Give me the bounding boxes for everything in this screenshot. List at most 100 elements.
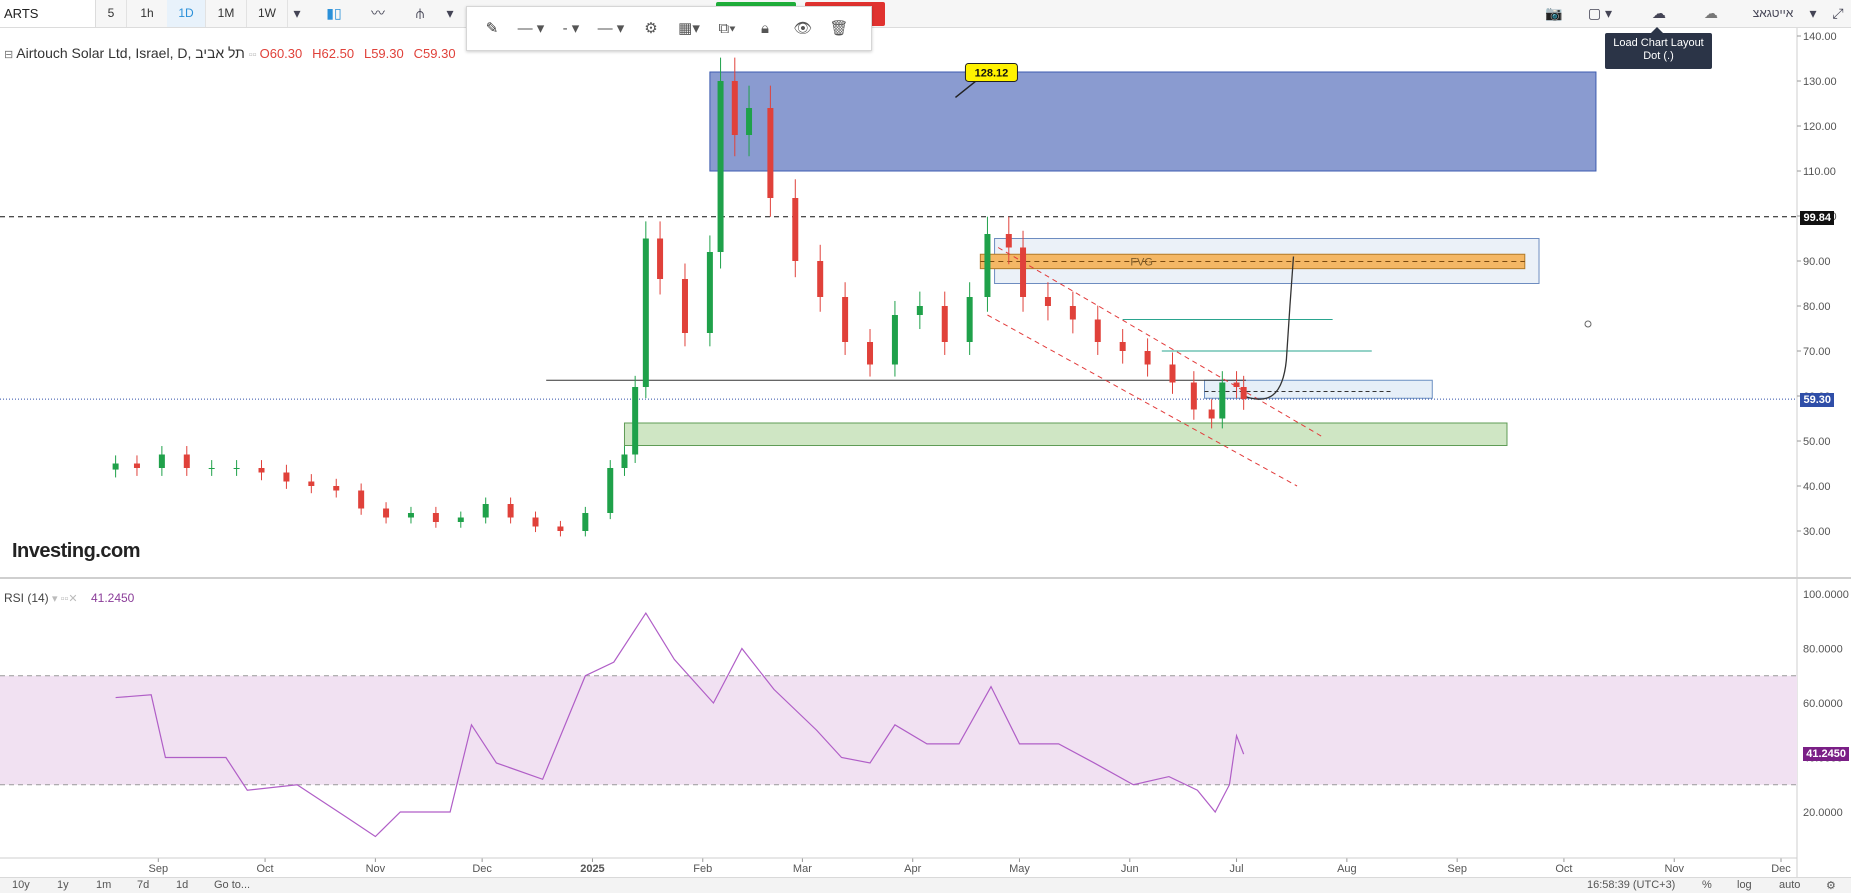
gear-icon[interactable]: ⚙ — [635, 7, 667, 50]
candle-body — [208, 468, 215, 469]
candle-body — [607, 468, 614, 513]
time-tick-label: May — [1009, 863, 1030, 875]
range-7d[interactable]: 7d — [137, 879, 149, 891]
candle — [557, 520, 564, 537]
candle-body — [632, 387, 639, 455]
candle — [1190, 371, 1197, 420]
candle-body — [642, 238, 649, 387]
candle — [407, 506, 414, 524]
collapse-icon[interactable]: ⊟ — [4, 49, 16, 61]
candle — [482, 497, 489, 524]
candle-body — [681, 279, 688, 333]
drawing-toolbar: ✎ — ▾ - ▾ — ▾ ⚙ ▦▾ ⧉▾ 🔒︎ 👁︎ 🗑︎ — [466, 6, 872, 51]
range-1d[interactable]: 1d — [176, 879, 188, 891]
candle-body — [333, 486, 340, 491]
pencil-icon[interactable]: ✎ — [475, 7, 509, 50]
candle-body — [1119, 342, 1126, 351]
ohlc-close: C59.30 — [413, 46, 456, 61]
price-tick-label: 70.00 — [1803, 346, 1831, 358]
candle-body — [1020, 247, 1027, 297]
price-tick-label: 140.00 — [1803, 31, 1837, 43]
candle — [183, 446, 190, 476]
candle-body — [582, 513, 589, 531]
rsi-tick-label: 60.0000 — [1803, 698, 1843, 710]
candle — [133, 455, 140, 476]
candle — [632, 375, 639, 463]
candle — [621, 446, 628, 476]
candle — [308, 474, 315, 494]
auto-toggle[interactable]: auto — [1779, 879, 1800, 891]
time-tick-label: Apr — [904, 863, 921, 875]
eye-icon[interactable]: 👁︎ — [787, 7, 819, 50]
rsi-settings-icon[interactable]: ▾ ▫▫✕ — [52, 593, 78, 605]
dash-style-icon[interactable]: - ▾ — [551, 7, 591, 50]
candle-body — [358, 490, 365, 509]
price-tick-label: 120.00 — [1803, 121, 1837, 133]
candle — [984, 216, 991, 312]
candle-body — [133, 463, 140, 468]
candle-body — [817, 261, 824, 297]
anchor-dot[interactable] — [1584, 320, 1592, 328]
candle-body — [731, 81, 738, 135]
candle — [457, 511, 464, 528]
candle — [432, 506, 439, 528]
legend-settings-icon[interactable]: ▫▫ — [249, 49, 260, 61]
candle-body — [1169, 364, 1176, 383]
candle — [233, 460, 240, 476]
candle-body — [1240, 387, 1247, 400]
ohlc-low: L59.30 — [363, 46, 404, 61]
price-tick-label: 80.00 — [1803, 301, 1831, 313]
lock-icon[interactable]: 🔒︎ — [749, 7, 781, 50]
rsi-label[interactable]: RSI (14) — [4, 591, 49, 605]
percent-toggle[interactable]: % — [1702, 879, 1712, 891]
time-tick-label: Sep — [1447, 863, 1467, 875]
gear-icon[interactable]: ⚙ — [1826, 879, 1836, 892]
price-legend: ⊟ Airtouch Solar Ltd, Israel, D, תל אביב… — [4, 45, 456, 61]
zone-supply — [709, 71, 1597, 172]
width-icon[interactable]: — ▾ — [591, 7, 631, 50]
log-toggle[interactable]: log — [1737, 879, 1752, 891]
time-tick-label: Aug — [1337, 863, 1357, 875]
candle-body — [258, 468, 265, 473]
time-tick-label: Oct — [1555, 863, 1572, 875]
candle — [582, 506, 589, 537]
bottom-bar: 10y 1y 1m 7d 1d Go to... 16:58:39 (UTC+3… — [0, 877, 1851, 893]
candle — [607, 460, 614, 520]
candle — [283, 464, 290, 489]
range-1y[interactable]: 1y — [57, 879, 69, 891]
candle-body — [112, 463, 119, 470]
trash-icon[interactable]: 🗑︎ — [823, 7, 855, 50]
line-style-icon[interactable]: — ▾ — [511, 7, 551, 50]
range-10y[interactable]: 10y — [12, 879, 30, 891]
candle-body — [482, 504, 489, 518]
price-tick-label: 90.00 — [1803, 256, 1831, 268]
time-tick-label: Dec — [472, 863, 492, 875]
fvg-label: FVG — [1130, 256, 1153, 268]
time-tick-label: Nov — [1664, 863, 1684, 875]
candle-body — [1005, 234, 1012, 248]
rsi-value: 41.2450 — [90, 591, 135, 605]
candle-body — [621, 454, 628, 468]
candle-body — [183, 454, 190, 468]
candle — [1119, 329, 1126, 364]
candle — [941, 291, 948, 355]
candle — [1144, 338, 1151, 377]
candle — [158, 446, 165, 476]
candle-body — [706, 252, 713, 333]
price-chart[interactable]: FVG 30.0040.0050.0060.0070.0080.0090.001… — [0, 0, 1851, 877]
channel-lower — [987, 314, 1298, 487]
candle — [642, 221, 649, 399]
candle-body — [941, 306, 948, 342]
candle — [333, 478, 340, 498]
candle-body — [158, 454, 165, 468]
range-1m[interactable]: 1m — [96, 879, 111, 891]
candle — [507, 497, 514, 524]
candle-body — [867, 342, 874, 365]
goto-button[interactable]: Go to... — [214, 879, 250, 891]
copy-icon[interactable]: ⧉▾ — [709, 7, 745, 50]
time-tick-label: Feb — [693, 863, 712, 875]
candle-body — [767, 108, 774, 198]
instrument-title: Airtouch Solar Ltd, Israel, D, תל אביב — [16, 45, 245, 61]
layers-icon[interactable]: ▦▾ — [671, 7, 707, 50]
candle-body — [432, 513, 439, 522]
